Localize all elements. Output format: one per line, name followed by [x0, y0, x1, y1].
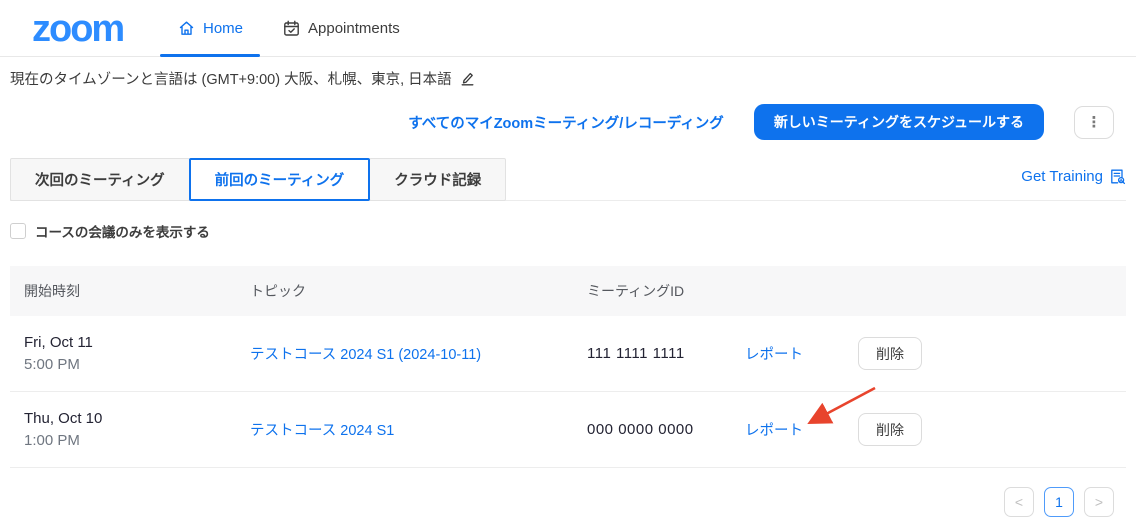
- meeting-id: 111 1111 1111: [587, 345, 745, 362]
- prev-page-button[interactable]: <: [1004, 487, 1034, 517]
- meeting-time: 5:00 PM: [24, 354, 250, 376]
- topic-link[interactable]: テストコース 2024 S1 (2024-10-11): [250, 343, 587, 364]
- table-row: Thu, Oct 10 1:00 PM テストコース 2024 S1 000 0…: [10, 392, 1126, 468]
- table-row: Fri, Oct 11 5:00 PM テストコース 2024 S1 (2024…: [10, 316, 1126, 392]
- get-training-link[interactable]: Get Training: [1021, 168, 1126, 185]
- nav-appointments[interactable]: Appointments: [283, 20, 400, 37]
- col-header-start-time: 開始時刻: [10, 281, 250, 301]
- start-time-cell: Thu, Oct 10 1:00 PM: [10, 408, 250, 452]
- edit-icon[interactable]: [460, 71, 475, 86]
- timezone-row: 現在のタイムゾーンと言語は (GMT+9:00) 大阪、札幌、東京, 日本語: [10, 68, 475, 89]
- pagination: < 1 >: [1004, 487, 1114, 517]
- active-tab-underline: [160, 54, 260, 57]
- meetings-tabs: 次回のミーティング 前回のミーティング クラウド記録: [10, 158, 506, 201]
- nav-home[interactable]: Home: [178, 20, 243, 37]
- course-meetings-label: コースの会議のみを表示する: [35, 221, 210, 241]
- meeting-id: 000 0000 0000: [587, 421, 745, 438]
- nav-appointments-label: Appointments: [308, 20, 400, 37]
- course-meetings-filter: コースの会議のみを表示する: [10, 221, 210, 241]
- delete-button[interactable]: 削除: [858, 413, 922, 446]
- col-header-meeting-id: ミーティングID: [587, 281, 745, 301]
- more-options-button[interactable]: ⋮: [1074, 106, 1114, 139]
- get-training-label: Get Training: [1021, 168, 1103, 185]
- report-link[interactable]: レポート: [745, 419, 858, 440]
- meeting-date: Thu, Oct 10: [24, 408, 250, 430]
- top-nav: Home Appointments: [178, 0, 400, 57]
- meeting-time: 1:00 PM: [24, 430, 250, 452]
- page-1-button[interactable]: 1: [1044, 487, 1074, 517]
- home-icon: [178, 20, 195, 37]
- zoom-logo[interactable]: zoom: [32, 4, 123, 54]
- topic-link[interactable]: テストコース 2024 S1: [250, 419, 587, 440]
- timezone-text: 現在のタイムゾーンと言語は (GMT+9:00) 大阪、札幌、東京, 日本語: [10, 68, 452, 89]
- next-page-button[interactable]: >: [1084, 487, 1114, 517]
- meeting-actions-row: すべてのマイZoomミーティング/レコーディング 新しいミーティングをスケジュー…: [408, 104, 1114, 140]
- more-icon: ⋮: [1087, 114, 1102, 131]
- meeting-date: Fri, Oct 11: [24, 332, 250, 354]
- prev-icon: <: [1015, 494, 1023, 510]
- tab-previous-meetings[interactable]: 前回のミーティング: [189, 158, 371, 201]
- report-link[interactable]: レポート: [745, 343, 858, 364]
- tab-upcoming-meetings[interactable]: 次回のミーティング: [10, 158, 190, 201]
- next-icon: >: [1095, 494, 1103, 510]
- start-time-cell: Fri, Oct 11 5:00 PM: [10, 332, 250, 376]
- meetings-tabs-row: 次回のミーティング 前回のミーティング クラウド記録 Get Training: [10, 158, 1126, 201]
- get-training-icon: [1109, 168, 1126, 185]
- appointments-icon: [283, 20, 300, 37]
- tab-cloud-recordings[interactable]: クラウド記録: [369, 158, 506, 201]
- col-header-topic: トピック: [250, 281, 587, 301]
- nav-home-label: Home: [203, 20, 243, 37]
- table-header-row: 開始時刻 トピック ミーティングID: [10, 266, 1126, 316]
- delete-button[interactable]: 削除: [858, 337, 922, 370]
- schedule-meeting-button[interactable]: 新しいミーティングをスケジュールする: [754, 104, 1044, 140]
- previous-meetings-table: 開始時刻 トピック ミーティングID Fri, Oct 11 5:00 PM テ…: [10, 266, 1126, 468]
- zoom-web-portal: zoom Home Appointments: [0, 0, 1136, 526]
- all-meetings-recordings-link[interactable]: すべてのマイZoomミーティング/レコーディング: [408, 112, 724, 133]
- top-header: zoom Home Appointments: [0, 0, 1136, 57]
- course-meetings-checkbox[interactable]: [10, 223, 26, 239]
